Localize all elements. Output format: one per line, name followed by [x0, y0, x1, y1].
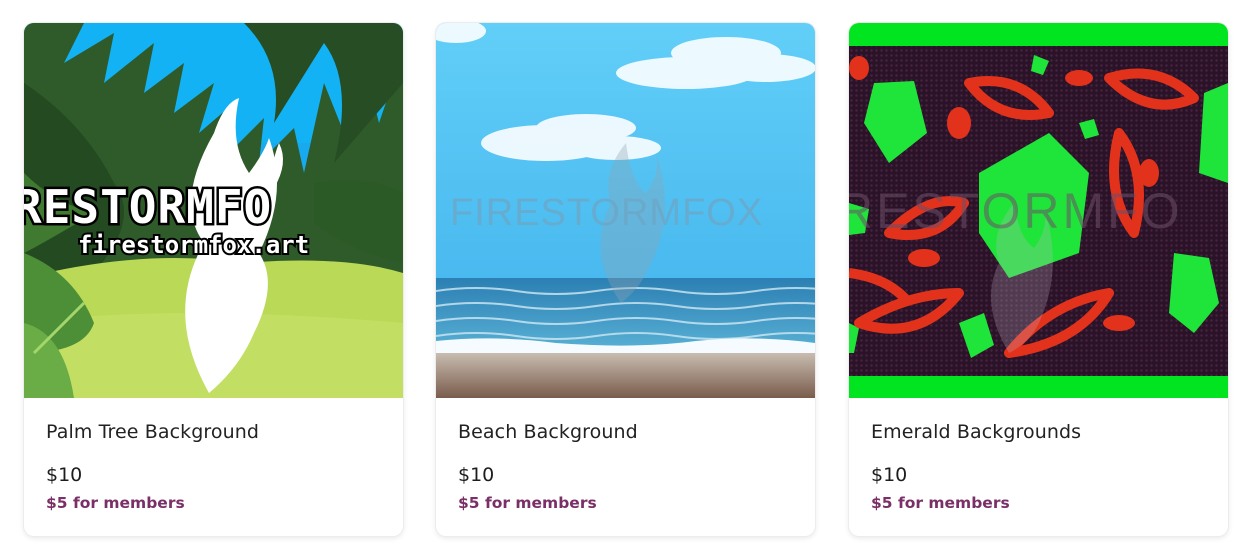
palm-watermark-url: firestormfox.art	[78, 231, 309, 259]
product-price: $10	[46, 464, 83, 486]
member-price: $5 for members	[46, 494, 185, 512]
palm-tree-background-image: RESTORMFO firestormfox.art	[24, 23, 403, 398]
product-card-beach[interactable]: FIRESTORMFOX Beach Background $10 $5 for…	[436, 23, 815, 536]
product-card-palm-tree[interactable]: RESTORMFO firestormfox.art Palm Tree Bac…	[24, 23, 403, 536]
beach-background-image: FIRESTORMFOX	[436, 23, 815, 398]
member-price: $5 for members	[458, 494, 597, 512]
product-title[interactable]: Palm Tree Background	[46, 421, 259, 443]
product-thumbnail[interactable]: RESTORMFO	[849, 23, 1228, 398]
product-price: $10	[458, 464, 495, 486]
product-title[interactable]: Beach Background	[458, 421, 638, 443]
member-price: $5 for members	[871, 494, 1010, 512]
product-thumbnail[interactable]: RESTORMFO firestormfox.art	[24, 23, 403, 398]
beach-watermark-text: FIRESTORMFOX	[450, 192, 763, 234]
palm-watermark-text: RESTORMFO	[24, 180, 272, 234]
emerald-background-image: RESTORMFO	[849, 23, 1228, 398]
product-price: $10	[871, 464, 908, 486]
product-card-emerald[interactable]: RESTORMFO Emerald Backgrounds $10 $5 for…	[849, 23, 1228, 536]
product-grid: RESTORMFO firestormfox.art Palm Tree Bac…	[0, 0, 1253, 560]
product-title[interactable]: Emerald Backgrounds	[871, 421, 1081, 443]
product-thumbnail[interactable]: FIRESTORMFOX	[436, 23, 815, 398]
emerald-watermark-text: RESTORMFO	[849, 183, 1183, 239]
